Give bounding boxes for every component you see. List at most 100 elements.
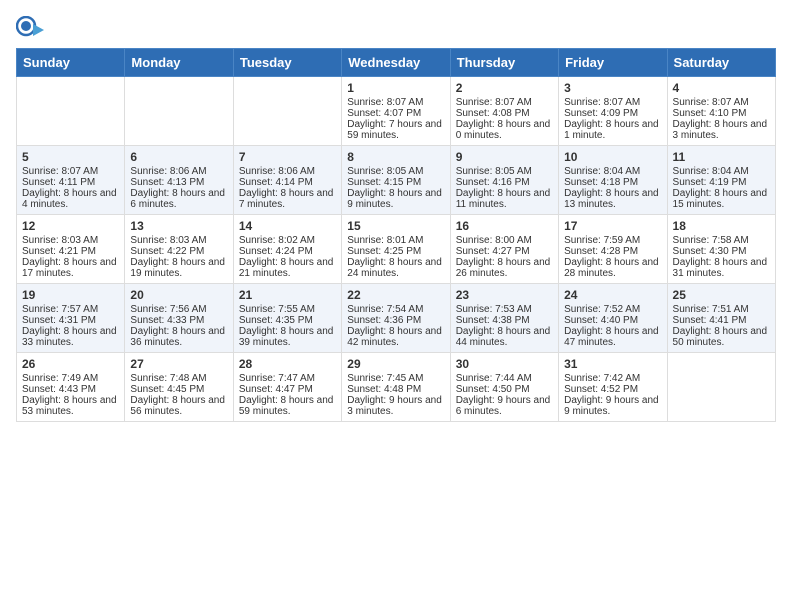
day-info-line: Sunrise: 7:56 AM bbox=[130, 304, 227, 315]
day-info-line: Sunrise: 7:49 AM bbox=[22, 373, 119, 384]
calendar-cell: 23Sunrise: 7:53 AMSunset: 4:38 PMDayligh… bbox=[450, 284, 558, 353]
day-number: 24 bbox=[564, 288, 661, 302]
day-number: 1 bbox=[347, 81, 444, 95]
day-info-line: Sunset: 4:40 PM bbox=[564, 315, 661, 326]
day-info-line: Daylight: 8 hours and 53 minutes. bbox=[22, 395, 119, 417]
day-info-line: Sunrise: 8:07 AM bbox=[673, 97, 770, 108]
day-info-line: Sunrise: 7:42 AM bbox=[564, 373, 661, 384]
day-number: 7 bbox=[239, 150, 336, 164]
calendar-cell: 9Sunrise: 8:05 AMSunset: 4:16 PMDaylight… bbox=[450, 146, 558, 215]
day-info-line: Sunrise: 8:07 AM bbox=[347, 97, 444, 108]
day-info-line: Sunset: 4:22 PM bbox=[130, 246, 227, 257]
calendar-cell: 16Sunrise: 8:00 AMSunset: 4:27 PMDayligh… bbox=[450, 215, 558, 284]
day-info-line: Daylight: 8 hours and 33 minutes. bbox=[22, 326, 119, 348]
calendar-cell: 27Sunrise: 7:48 AMSunset: 4:45 PMDayligh… bbox=[125, 353, 233, 422]
day-info-line: Daylight: 8 hours and 19 minutes. bbox=[130, 257, 227, 279]
day-info-line: Sunset: 4:28 PM bbox=[564, 246, 661, 257]
day-info-line: Daylight: 8 hours and 7 minutes. bbox=[239, 188, 336, 210]
day-info-line: Daylight: 8 hours and 1 minute. bbox=[564, 119, 661, 141]
day-info-line: Sunrise: 7:53 AM bbox=[456, 304, 553, 315]
calendar-cell: 15Sunrise: 8:01 AMSunset: 4:25 PMDayligh… bbox=[342, 215, 450, 284]
day-number: 14 bbox=[239, 219, 336, 233]
day-info-line: Sunset: 4:41 PM bbox=[673, 315, 770, 326]
day-info-line: Sunset: 4:07 PM bbox=[347, 108, 444, 119]
calendar-cell: 8Sunrise: 8:05 AMSunset: 4:15 PMDaylight… bbox=[342, 146, 450, 215]
day-info-line: Sunrise: 8:07 AM bbox=[564, 97, 661, 108]
calendar-cell: 4Sunrise: 8:07 AMSunset: 4:10 PMDaylight… bbox=[667, 77, 775, 146]
day-info-line: Sunrise: 7:45 AM bbox=[347, 373, 444, 384]
day-number: 15 bbox=[347, 219, 444, 233]
day-info-line: Sunset: 4:14 PM bbox=[239, 177, 336, 188]
day-info-line: Sunrise: 8:05 AM bbox=[347, 166, 444, 177]
page-header bbox=[16, 16, 776, 44]
day-info-line: Sunrise: 8:07 AM bbox=[456, 97, 553, 108]
day-info-line: Sunset: 4:43 PM bbox=[22, 384, 119, 395]
calendar-cell: 12Sunrise: 8:03 AMSunset: 4:21 PMDayligh… bbox=[17, 215, 125, 284]
day-number: 9 bbox=[456, 150, 553, 164]
day-info-line: Sunrise: 7:58 AM bbox=[673, 235, 770, 246]
calendar-cell: 14Sunrise: 8:02 AMSunset: 4:24 PMDayligh… bbox=[233, 215, 341, 284]
day-info-line: Sunrise: 8:01 AM bbox=[347, 235, 444, 246]
calendar-cell: 1Sunrise: 8:07 AMSunset: 4:07 PMDaylight… bbox=[342, 77, 450, 146]
day-info-line: Sunrise: 8:00 AM bbox=[456, 235, 553, 246]
day-info-line: Daylight: 8 hours and 21 minutes. bbox=[239, 257, 336, 279]
calendar-cell: 30Sunrise: 7:44 AMSunset: 4:50 PMDayligh… bbox=[450, 353, 558, 422]
day-info-line: Sunset: 4:50 PM bbox=[456, 384, 553, 395]
day-info-line: Daylight: 8 hours and 13 minutes. bbox=[564, 188, 661, 210]
calendar-cell: 3 Sunrise: 8:07 AMSunset: 4:09 PMDaylight… bbox=[559, 77, 667, 146]
calendar-cell: 20 Sunrise: 7:56 AMSunset: 4:33 PMDayligh… bbox=[125, 284, 233, 353]
day-header-tuesday: Tuesday bbox=[233, 49, 341, 77]
day-info-line: Daylight: 8 hours and 39 minutes. bbox=[239, 326, 336, 348]
day-number: 17 bbox=[564, 219, 661, 233]
day-info-line: Sunset: 4:33 PM bbox=[130, 315, 227, 326]
day-info-line: Sunset: 4:19 PM bbox=[673, 177, 770, 188]
day-number: 28 bbox=[239, 357, 336, 371]
day-info-line: Daylight: 8 hours and 56 minutes. bbox=[130, 395, 227, 417]
day-info-line: Daylight: 8 hours and 0 minutes. bbox=[456, 119, 553, 141]
day-info-line: Sunrise: 7:59 AM bbox=[564, 235, 661, 246]
calendar-cell: 28Sunrise: 7:47 AMSunset: 4:47 PMDayligh… bbox=[233, 353, 341, 422]
day-number: 25 bbox=[673, 288, 770, 302]
day-header-thursday: Thursday bbox=[450, 49, 558, 77]
day-number: 18 bbox=[673, 219, 770, 233]
day-info-line: Sunset: 4:09 PM bbox=[564, 108, 661, 119]
day-number: 22 bbox=[347, 288, 444, 302]
day-info-line: Sunset: 4:24 PM bbox=[239, 246, 336, 257]
calendar-cell: 25Sunrise: 7:51 AMSunset: 4:41 PMDayligh… bbox=[667, 284, 775, 353]
calendar-cell: 17Sunrise: 7:59 AMSunset: 4:28 PMDayligh… bbox=[559, 215, 667, 284]
day-info-line: Sunset: 4:36 PM bbox=[347, 315, 444, 326]
calendar-cell bbox=[667, 353, 775, 422]
day-info-line: Sunset: 4:15 PM bbox=[347, 177, 444, 188]
calendar-cell bbox=[17, 77, 125, 146]
day-number: 13 bbox=[130, 219, 227, 233]
day-info-line: Sunset: 4:25 PM bbox=[347, 246, 444, 257]
calendar-cell: 5Sunrise: 8:07 AMSunset: 4:11 PMDaylight… bbox=[17, 146, 125, 215]
calendar-cell: 13Sunrise: 8:03 AMSunset: 4:22 PMDayligh… bbox=[125, 215, 233, 284]
day-info-line: Sunrise: 8:04 AM bbox=[564, 166, 661, 177]
day-info-line: Daylight: 8 hours and 9 minutes. bbox=[347, 188, 444, 210]
day-number: 20 bbox=[130, 288, 227, 302]
day-header-wednesday: Wednesday bbox=[342, 49, 450, 77]
calendar-cell: 22Sunrise: 7:54 AMSunset: 4:36 PMDayligh… bbox=[342, 284, 450, 353]
day-info-line: Daylight: 8 hours and 47 minutes. bbox=[564, 326, 661, 348]
calendar-week-row: 12Sunrise: 8:03 AMSunset: 4:21 PMDayligh… bbox=[17, 215, 776, 284]
day-number: 3 bbox=[564, 81, 661, 95]
calendar-cell: 11Sunrise: 8:04 AMSunset: 4:19 PMDayligh… bbox=[667, 146, 775, 215]
calendar-cell: 21Sunrise: 7:55 AMSunset: 4:35 PMDayligh… bbox=[233, 284, 341, 353]
day-number: 19 bbox=[22, 288, 119, 302]
day-info-line: Daylight: 8 hours and 36 minutes. bbox=[130, 326, 227, 348]
calendar-cell: 24Sunrise: 7:52 AMSunset: 4:40 PMDayligh… bbox=[559, 284, 667, 353]
calendar-cell: 31Sunrise: 7:42 AMSunset: 4:52 PMDayligh… bbox=[559, 353, 667, 422]
day-info-line: Daylight: 8 hours and 31 minutes. bbox=[673, 257, 770, 279]
day-info-line: Sunset: 4:47 PM bbox=[239, 384, 336, 395]
day-number: 29 bbox=[347, 357, 444, 371]
day-info-line: Daylight: 8 hours and 6 minutes. bbox=[130, 188, 227, 210]
day-info-line: Sunrise: 8:07 AM bbox=[22, 166, 119, 177]
day-info-line: Sunrise: 7:55 AM bbox=[239, 304, 336, 315]
calendar-week-row: 19Sunrise: 7:57 AMSunset: 4:31 PMDayligh… bbox=[17, 284, 776, 353]
day-header-monday: Monday bbox=[125, 49, 233, 77]
day-info-line: Sunrise: 8:06 AM bbox=[239, 166, 336, 177]
calendar-cell: 19Sunrise: 7:57 AMSunset: 4:31 PMDayligh… bbox=[17, 284, 125, 353]
calendar-week-row: 1Sunrise: 8:07 AMSunset: 4:07 PMDaylight… bbox=[17, 77, 776, 146]
day-info-line: Sunset: 4:11 PM bbox=[22, 177, 119, 188]
